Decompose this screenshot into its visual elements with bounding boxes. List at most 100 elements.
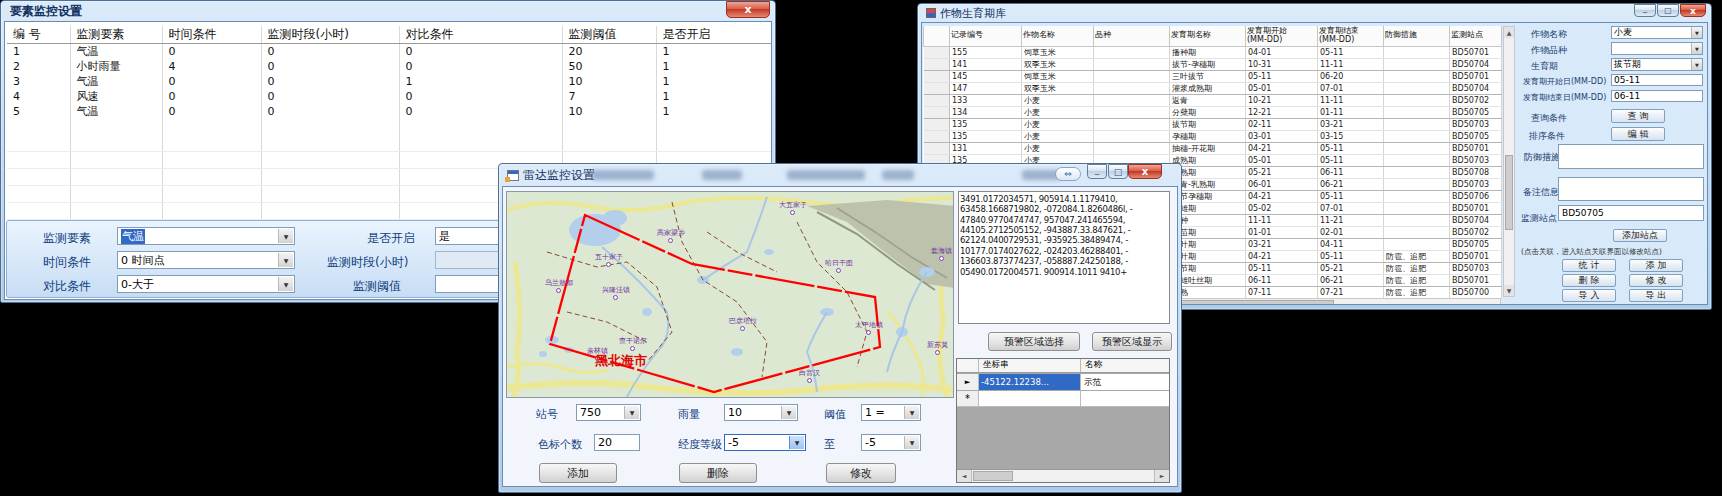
chevron-down-icon[interactable]: ▼ <box>1691 43 1702 54</box>
minimize-icon[interactable]: _ <box>1634 4 1656 17</box>
chevron-down-icon[interactable]: ▼ <box>278 229 293 243</box>
chevron-down-icon[interactable]: ▼ <box>278 253 293 267</box>
color-count-input[interactable]: 20 <box>594 434 640 451</box>
table-row[interactable]: 133小麦返青10-2111-11BD50702 <box>924 94 1502 106</box>
language-bar-icon[interactable]: ⇔ <box>1055 167 1081 181</box>
rain-combo[interactable]: 10▼ <box>724 404 798 421</box>
left-titlebar[interactable]: 要素监控设置 x <box>4 1 772 21</box>
scroll-down-icon[interactable]: ▼ <box>1504 285 1514 296</box>
close-icon[interactable]: x <box>726 1 770 18</box>
table-row[interactable]: 5气温000101 <box>7 104 771 119</box>
table-row[interactable]: 135小麦拔节期02-1103-21BD50703 <box>924 118 1502 130</box>
station-no-combo[interactable]: 750▼ <box>576 404 641 421</box>
chevron-down-icon[interactable]: ▼ <box>789 436 804 449</box>
region-name-cell[interactable]: 示范 <box>1081 374 1169 390</box>
phase-combo[interactable]: 拔节期▼ <box>1611 58 1703 71</box>
scroll-thumb[interactable] <box>973 471 1013 481</box>
scroll-right-icon[interactable]: ► <box>1154 470 1169 482</box>
crop-variety-combo[interactable]: ▼ <box>1611 42 1703 55</box>
to-combo[interactable]: -5▼ <box>861 434 921 451</box>
chevron-down-icon[interactable]: ▼ <box>1691 27 1702 38</box>
crop-table-vscrollbar[interactable]: ▲ ▼ <box>1503 26 1515 297</box>
close-icon[interactable]: x <box>1128 164 1162 179</box>
table-row[interactable]: 145饲草玉米三叶拔节05-1106-20BD50701 <box>924 70 1502 82</box>
end-date-input[interactable]: 06-11 <box>1611 90 1703 102</box>
scroll-thumb[interactable] <box>1505 155 1513 230</box>
warn-region-select-button[interactable]: 预警区域选择 <box>988 332 1080 351</box>
col-header[interactable]: 监测要素 <box>70 26 162 44</box>
modify-button[interactable]: 修 改 <box>1629 274 1683 287</box>
monitor-element-combo[interactable]: 气温 ▼ <box>117 227 295 245</box>
region-row-new[interactable]: * <box>957 391 1169 407</box>
station-input[interactable]: BD50705 <box>1558 205 1704 221</box>
region-grid-hscrollbar[interactable]: ◄ ► <box>957 469 1169 482</box>
add-button[interactable]: 添加 <box>539 463 617 483</box>
stat-button[interactable]: 统 计 <box>1562 259 1616 272</box>
cell: 05-02 <box>1246 202 1318 214</box>
scroll-up-icon[interactable]: ▲ <box>1504 27 1514 38</box>
export-button[interactable]: 导 出 <box>1629 289 1683 302</box>
cell: 07-21 <box>1318 286 1384 298</box>
warn-region-show-button[interactable]: 预警区域显示 <box>1092 332 1172 351</box>
edit-button[interactable]: 编 辑 <box>1611 127 1665 141</box>
cell: 155 <box>950 46 1022 58</box>
name-col-header[interactable]: 名称 <box>1081 359 1169 372</box>
col-header[interactable]: 对比条件 <box>399 26 562 44</box>
table-row[interactable]: 131小麦抽穗-开花期04-2105-11BD50701 <box>924 142 1502 154</box>
mid-titlebar[interactable]: 雷达监控设置 ⇔ _ □ x <box>502 164 1178 186</box>
cell: 10-21 <box>1246 94 1318 106</box>
right-titlebar[interactable]: 作物生育期库 _ □ x <box>921 4 1708 22</box>
chevron-down-icon[interactable]: ▼ <box>781 406 796 419</box>
delete-button[interactable]: 删 除 <box>1562 274 1616 287</box>
monitor-table-header[interactable]: 编 号 监测要素 时间条件 监测时段(小时) 对比条件 监测阈值 是否开启 <box>7 26 771 44</box>
coords-textbox[interactable]: 3491.0172034571, 905914.1.1179410, 63458… <box>958 191 1170 324</box>
query-button[interactable]: 查 询 <box>1611 109 1665 123</box>
col-header[interactable]: 监测阈值 <box>562 26 656 44</box>
maximize-icon[interactable]: □ <box>1657 4 1679 17</box>
coord-col-header[interactable]: 坐标串 <box>979 359 1081 372</box>
level-combo[interactable]: -5▼ <box>724 434 806 451</box>
cell: 05-11 <box>1318 154 1384 166</box>
table-row[interactable]: 141双季玉米拔节-孕穗期10-3111-11BD50704 <box>924 58 1502 70</box>
axis-combo[interactable]: 1 =▼ <box>861 404 921 421</box>
region-row[interactable]: ► -45122.12238... 示范 <box>957 374 1169 390</box>
table-row[interactable]: 3气温001101 <box>7 74 771 89</box>
time-condition-combo[interactable]: 0 时间点 ▼ <box>117 251 295 269</box>
delete-button[interactable]: 删除 <box>679 463 757 483</box>
start-date-input[interactable]: 05-11 <box>1611 74 1703 86</box>
defense-textarea[interactable] <box>1558 144 1704 169</box>
compare-condition-combo[interactable]: 0-大于 ▼ <box>117 275 295 293</box>
chevron-down-icon[interactable]: ▼ <box>624 406 639 419</box>
chevron-down-icon[interactable]: ▼ <box>904 406 919 419</box>
app-icon <box>507 170 519 181</box>
cell: 04-21 <box>1246 142 1318 154</box>
crop-name-combo[interactable]: 小麦▼ <box>1611 26 1703 39</box>
table-row[interactable]: 4风速00071 <box>7 89 771 104</box>
map-view[interactable]: 高家梁乡大五家子五十家子乌兰敖都兴隆洼镇哈日干图巴彦塔拉太平地镇查干诺尔奈林镇白… <box>506 191 954 398</box>
import-button[interactable]: 导 入 <box>1562 289 1616 302</box>
table-row[interactable]: 134小麦分蘖期12-2101-11BD50705 <box>924 106 1502 118</box>
scroll-left-icon[interactable]: ◄ <box>957 470 972 482</box>
col-header[interactable]: 时间条件 <box>162 26 261 44</box>
note-textarea[interactable] <box>1558 177 1704 201</box>
chevron-down-icon[interactable]: ▼ <box>904 436 919 449</box>
add-button[interactable]: 添 加 <box>1629 259 1683 272</box>
col-header[interactable]: 监测时段(小时) <box>261 26 399 44</box>
col-header[interactable]: 编 号 <box>7 26 70 44</box>
modify-button[interactable]: 修改 <box>826 463 896 483</box>
table-row[interactable]: 147双季玉米灌浆成熟期05-0107-01BD50704 <box>924 82 1502 94</box>
table-row[interactable]: 2小时雨量400501 <box>7 59 771 74</box>
table-row[interactable]: 155饲草玉米播种期04-0105-11BD50701 <box>924 46 1502 58</box>
table-row[interactable]: 135小麦孕穗期03-0103-15BD50705 <box>924 130 1502 142</box>
add-station-button[interactable]: 添加站点 <box>1613 229 1667 242</box>
col-header[interactable]: 是否开启 <box>656 26 771 44</box>
maximize-icon[interactable]: □ <box>1108 164 1128 179</box>
table-row[interactable]: 1气温000201 <box>7 44 771 60</box>
close-icon[interactable]: x <box>1680 4 1706 17</box>
minimize-icon[interactable]: _ <box>1087 164 1107 179</box>
crop-table-header[interactable]: 记录编号 作物名称 品种 发育期名称 发育期开始 (MM-DD) 发育期结束 (… <box>924 26 1502 46</box>
chevron-down-icon[interactable]: ▼ <box>1691 59 1702 70</box>
region-coord-cell[interactable]: -45122.12238... <box>979 374 1081 390</box>
to-label: 至 <box>824 437 835 452</box>
chevron-down-icon[interactable]: ▼ <box>278 277 293 291</box>
